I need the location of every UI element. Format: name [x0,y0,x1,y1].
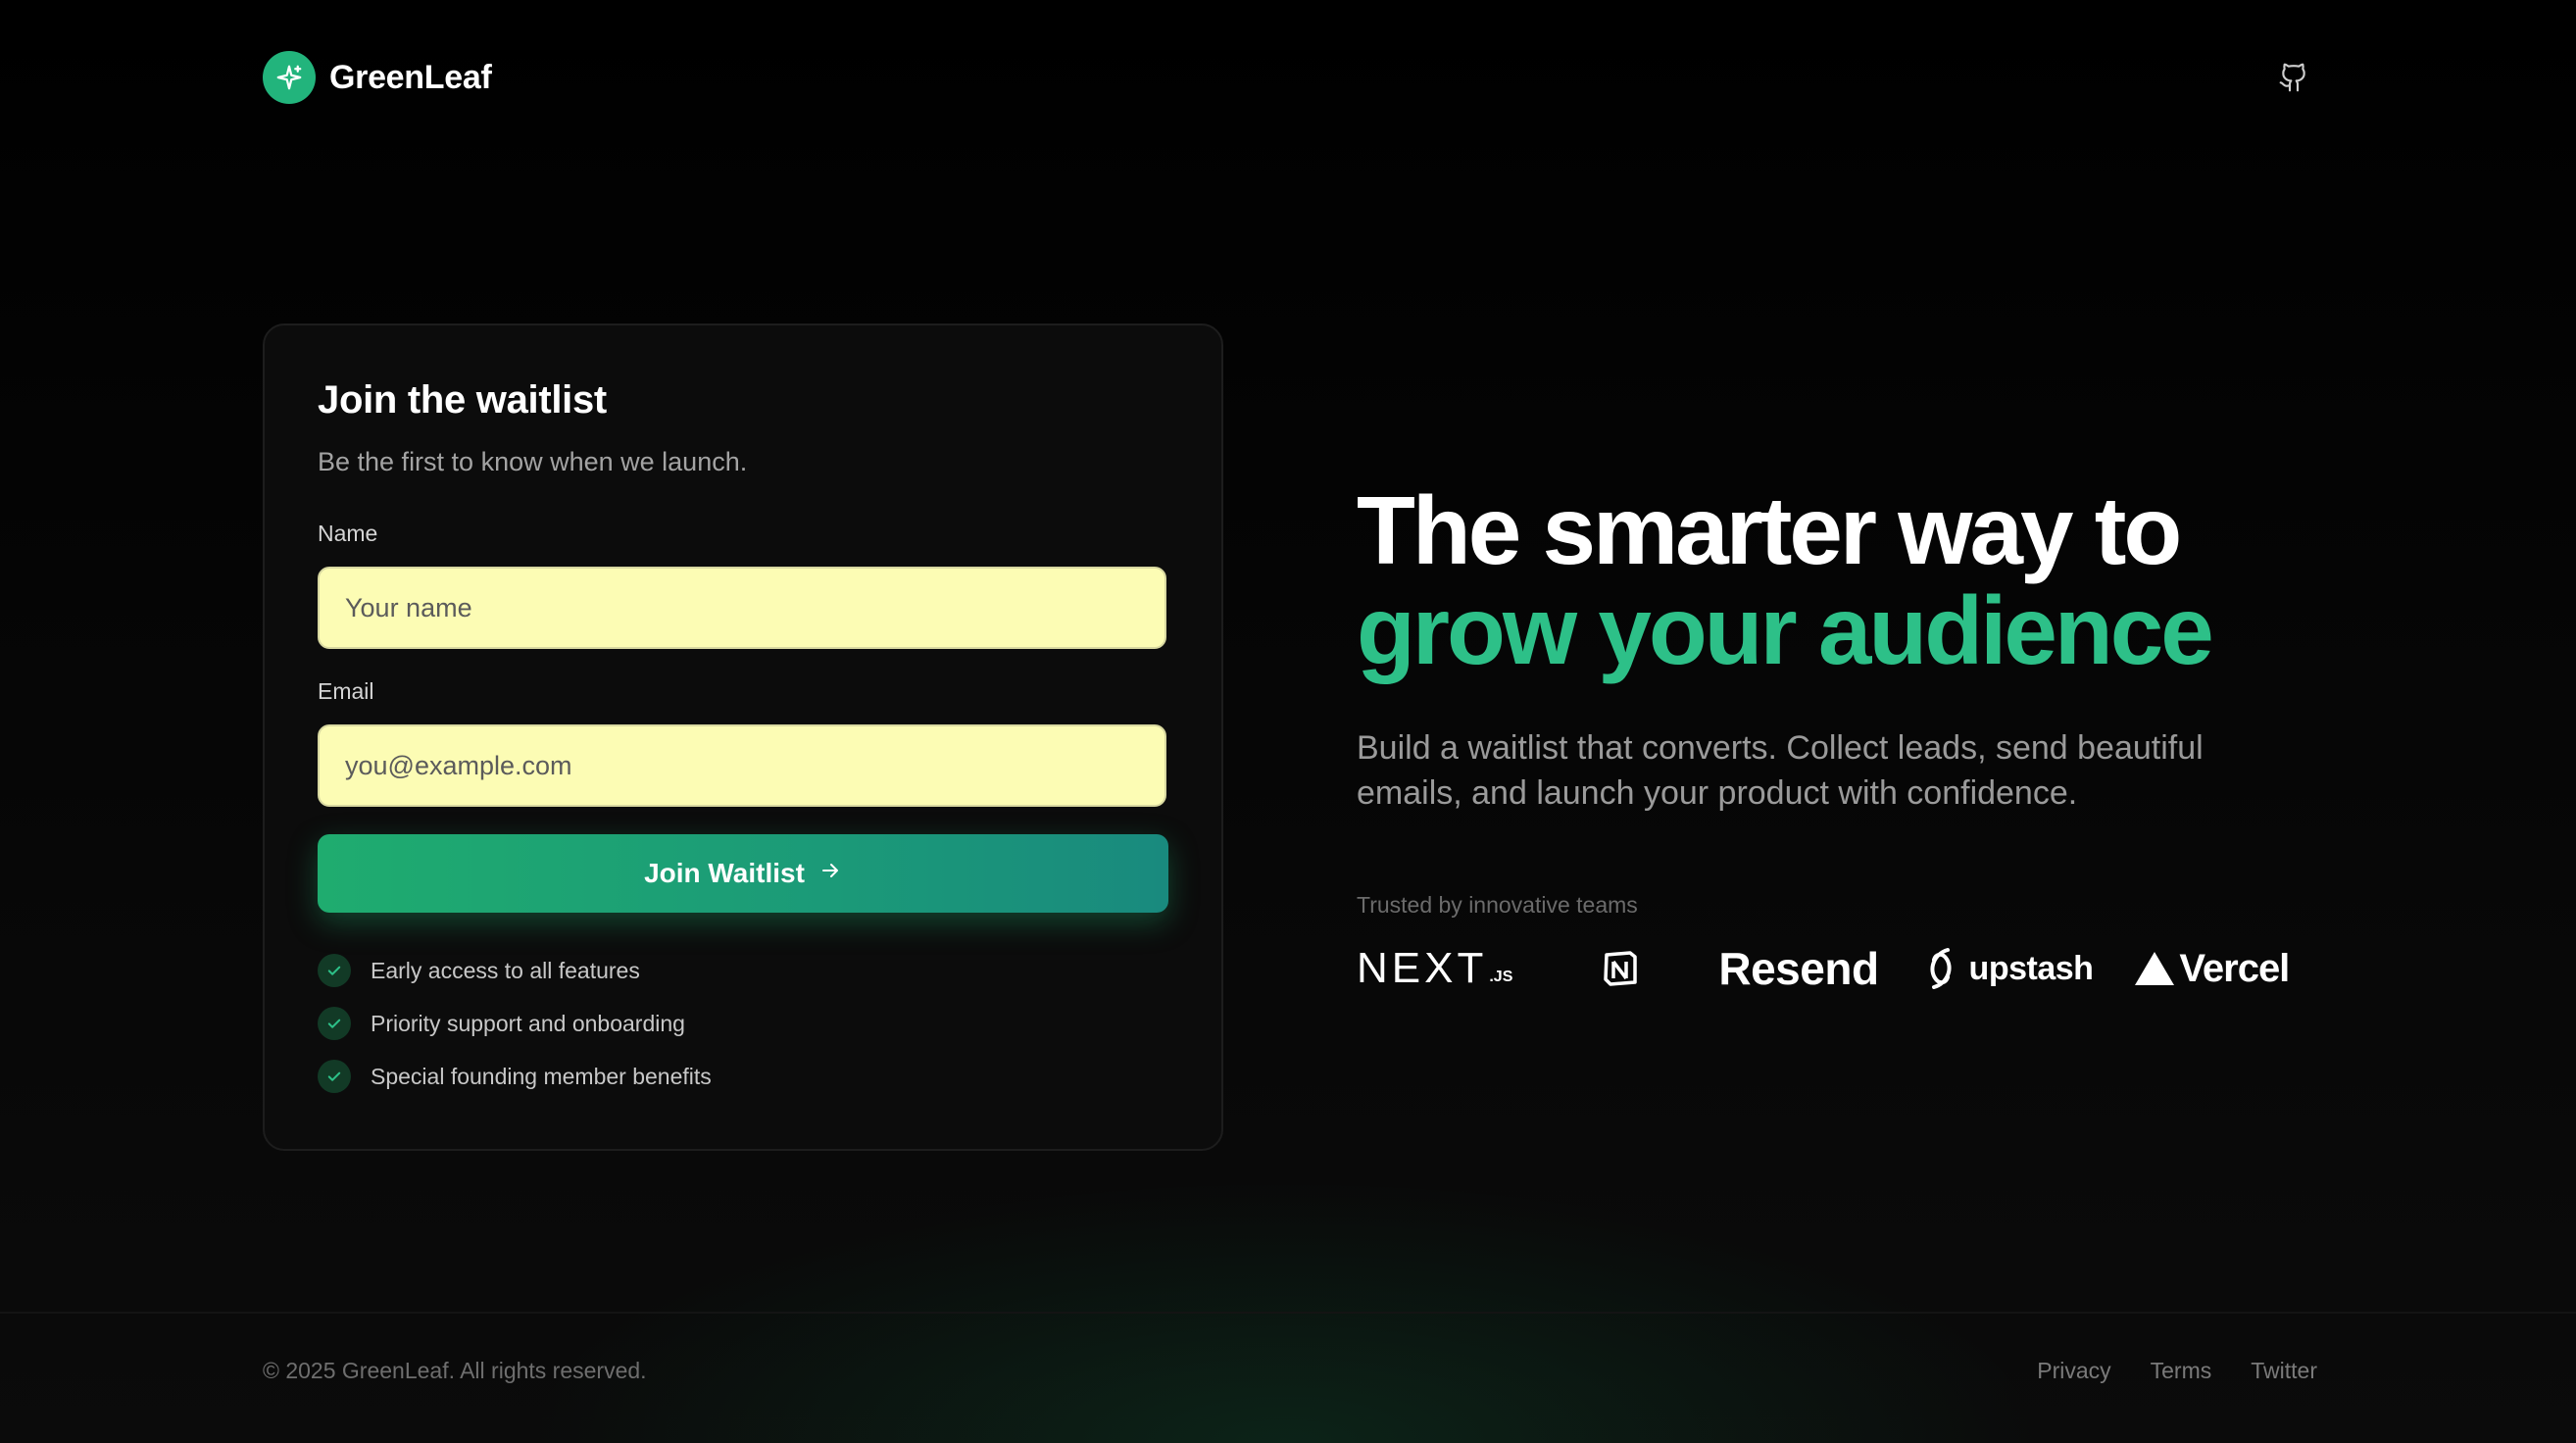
upstash-logo-text: upstash [1968,949,2094,987]
nextjs-logo-suffix: .JS [1489,969,1513,985]
waitlist-card: Join the waitlist Be the first to know w… [263,323,1223,1151]
waitlist-title: Join the waitlist [318,378,607,422]
vercel-logo: Vercel [2134,946,2290,991]
hero-line-2: grow your audience [1357,576,2214,684]
benefit-text: Special founding member benefits [371,1063,712,1089]
waitlist-subtitle: Be the first to know when we launch. [318,447,748,476]
brand[interactable]: GreenLeaf [263,51,492,104]
copyright: © 2025 GreenLeaf. All rights reserved. [263,1357,647,1383]
sparkle-icon [263,51,316,104]
hero-line-1: The smarter way to [1357,476,2182,584]
partner-logos: NEXT .JS Resend upstash Vercel [1357,939,2317,998]
site-header: GreenLeaf [263,47,2313,108]
footer-links: Privacy Terms Twitter [2037,1358,2317,1384]
nextjs-logo-main: NEXT [1357,944,1488,992]
brand-name: GreenLeaf [329,58,492,96]
footer-link-terms[interactable]: Terms [2151,1358,2212,1384]
list-item: Priority support and onboarding [318,1007,1168,1040]
list-item: Early access to all features [318,954,1168,987]
nextjs-logo: NEXT .JS [1357,947,1512,990]
join-waitlist-label: Join Waitlist [644,858,805,888]
arrow-right-icon [818,858,842,889]
hero-description: Build a waitlist that converts. Collect … [1357,729,2204,812]
hero-headline: The smarter way to grow your audience [1357,480,2337,680]
check-icon [318,1060,351,1093]
check-icon [318,1007,351,1040]
email-label: Email [318,678,374,704]
list-item: Special founding member benefits [318,1060,1168,1093]
name-label: Name [318,521,378,546]
footer-divider [0,1312,2576,1314]
benefits-list: Early access to all features Priority su… [318,954,1168,1093]
trusted-label: Trusted by innovative teams [1357,892,1638,918]
benefit-text: Early access to all features [371,957,640,983]
site-footer: © 2025 GreenLeaf. All rights reserved. P… [263,1351,2317,1390]
name-input[interactable] [318,567,1166,649]
resend-logo: Resend [1718,943,1879,994]
check-icon [318,954,351,987]
upstash-logo: upstash [1922,944,2094,993]
vercel-logo-text: Vercel [2179,946,2290,990]
notion-logo [1601,949,1640,988]
hero: The smarter way to grow your audience Bu… [1357,480,2337,816]
join-waitlist-button[interactable]: Join Waitlist [318,834,1168,913]
github-icon[interactable] [2270,54,2317,101]
benefit-text: Priority support and onboarding [371,1010,685,1036]
footer-link-twitter[interactable]: Twitter [2251,1358,2317,1384]
footer-link-privacy[interactable]: Privacy [2037,1358,2110,1384]
email-input[interactable] [318,724,1166,807]
